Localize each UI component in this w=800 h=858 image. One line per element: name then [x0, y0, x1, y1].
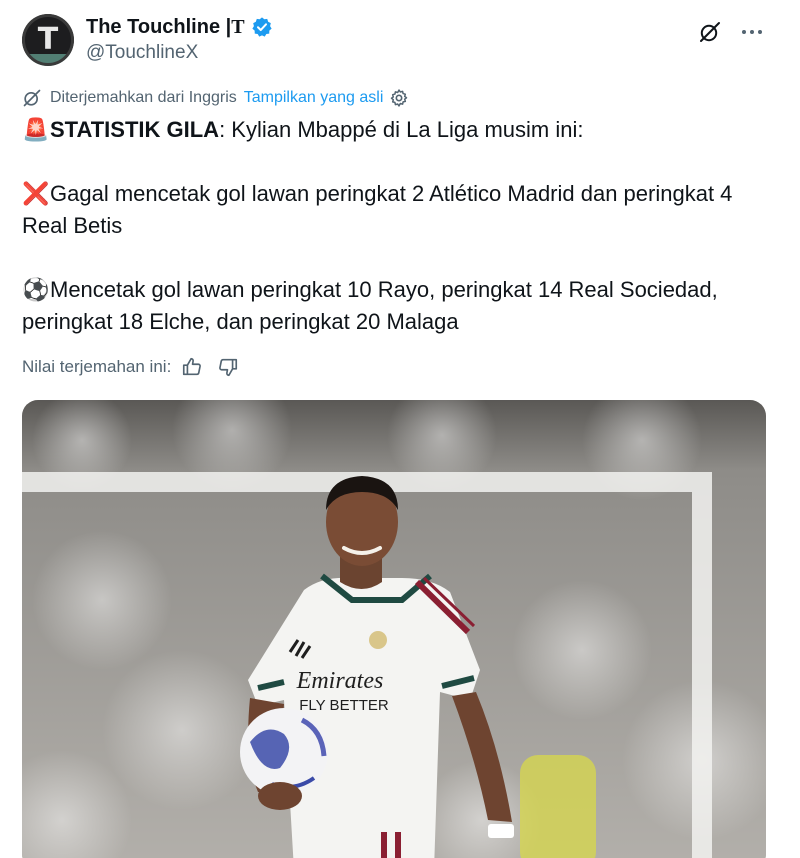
avatar[interactable]: T: [22, 14, 74, 66]
post-text: 🚨STATISTIK GILA: Kylian Mbappé di La Lig…: [22, 114, 778, 338]
post-photo[interactable]: Emirates FLY BETTER: [22, 400, 766, 858]
display-name-row[interactable]: The Touchline | T: [86, 14, 273, 40]
post-line-failed: ❌Gagal mencetak gol lawan peringkat 2 At…: [22, 178, 778, 242]
post-header: T The Touchline | T @TouchlineX: [22, 14, 778, 70]
thumbs-up-icon[interactable]: [181, 356, 203, 378]
failed-text: Gagal mencetak gol lawan peringkat 2 Atl…: [22, 181, 733, 238]
display-name[interactable]: The Touchline |: [86, 16, 231, 39]
author-names: The Touchline | T @TouchlineX: [86, 14, 273, 64]
gear-icon[interactable]: [389, 88, 409, 108]
shirt-sponsor: Emirates: [296, 668, 384, 694]
player-photo-illustration: Emirates FLY BETTER: [22, 400, 766, 858]
translation-label: Diterjemahkan dari Inggris: [50, 89, 237, 106]
soccer-ball-icon: ⚽: [22, 277, 50, 302]
more-icon[interactable]: [740, 20, 764, 44]
translation-notice: Diterjemahkan dari Inggris Tampilkan yan…: [22, 88, 409, 108]
thumbs-down-icon[interactable]: [217, 356, 239, 378]
display-name-suffix[interactable]: T: [231, 16, 244, 39]
translation-rating: Nilai terjemahan ini:: [22, 356, 239, 378]
headline-rest: : Kylian Mbappé di La Liga musim ini:: [219, 117, 584, 142]
rating-label: Nilai terjemahan ini:: [22, 357, 172, 376]
grok-icon[interactable]: [698, 20, 722, 44]
translate-icon: [23, 89, 41, 107]
header-actions: [698, 20, 764, 44]
scored-text: Mencetak gol lawan peringkat 10 Rayo, pe…: [22, 277, 718, 334]
post-line-headline: 🚨STATISTIK GILA: Kylian Mbappé di La Lig…: [22, 114, 778, 146]
shirt-tagline: FLY BETTER: [299, 697, 389, 714]
siren-icon: 🚨: [22, 117, 50, 142]
author-handle[interactable]: @TouchlineX: [86, 42, 273, 64]
avatar-ring: [22, 14, 74, 66]
post-line-scored: ⚽Mencetak gol lawan peringkat 10 Rayo, p…: [22, 274, 778, 338]
cross-mark-icon: ❌: [22, 181, 50, 206]
show-original-link[interactable]: Tampilkan yang asli: [244, 89, 384, 107]
headline-bold: STATISTIK GILA: [50, 117, 220, 142]
verified-badge-icon: [251, 17, 272, 37]
